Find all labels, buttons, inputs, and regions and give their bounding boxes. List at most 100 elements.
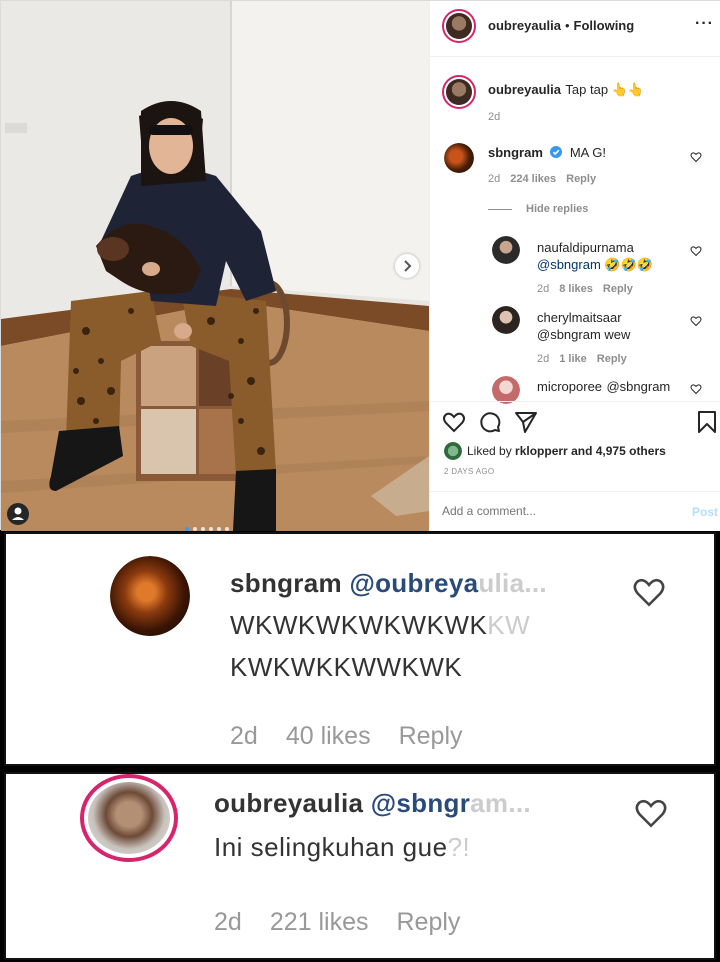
comment-text: MA G! — [569, 145, 606, 160]
share-icon[interactable] — [514, 410, 538, 434]
zoom-reply: Reply — [396, 908, 461, 936]
hide-replies-label: Hide replies — [526, 203, 589, 215]
caption: oubreyaulia Tap tap 👆👆 — [488, 81, 644, 99]
heart-icon[interactable] — [442, 410, 466, 434]
reply-likes[interactable]: 8 likes — [559, 283, 593, 295]
carousel-dot — [185, 527, 189, 531]
reply-comment: cherylmaitsaar @sbngram wew — [537, 309, 630, 343]
avatar — [80, 774, 178, 862]
comment-meta: 2d 224 likes Reply — [488, 173, 606, 185]
zoom-mention: @sbngr — [370, 788, 471, 818]
zoom-line1-faded: KW — [487, 610, 531, 640]
avatar[interactable] — [444, 143, 474, 173]
heart-icon[interactable] — [690, 315, 702, 327]
caption-username[interactable]: oubreyaulia — [488, 82, 561, 97]
header-separator: • — [564, 18, 570, 33]
zoom-text-faded: ?! — [447, 832, 471, 862]
reply-text: @sbngram — [606, 379, 671, 394]
add-comment-bar: Post — [430, 491, 720, 531]
reply-text: @sbngram wew — [537, 327, 631, 342]
zoom-mention-faded: ulia... — [478, 568, 547, 598]
likes-line: Liked by rklopperr and 4,975 others — [467, 444, 666, 458]
zoom-text-main: Ini selingkuhan gue — [214, 832, 448, 862]
likes-suffix[interactable]: and 4,975 others — [571, 444, 666, 458]
zoomed-comment-sbngram: sbngram @oubreyaulia... WKWKWKWKWKWKKW K… — [4, 532, 716, 766]
zoom-mention: @oubreya — [349, 568, 479, 598]
zoom-time: 2d — [230, 722, 258, 750]
user-tag-icon[interactable] — [7, 503, 29, 525]
follow-status[interactable]: Following — [574, 18, 635, 33]
header-username[interactable]: oubreyaulia — [488, 18, 561, 33]
zoom-likes: 40 likes — [285, 722, 371, 750]
zoom-meta: 2d 40 likes Reply — [230, 722, 491, 751]
comment-icon[interactable] — [478, 410, 502, 434]
zoom-time: 2d — [214, 908, 242, 936]
reply-button[interactable]: Reply — [603, 283, 633, 295]
avatar[interactable] — [492, 236, 520, 264]
chevron-right-icon[interactable] — [395, 254, 419, 278]
carousel-dot — [201, 527, 205, 531]
reply-meta: 2d 1 like Reply — [537, 353, 637, 365]
heart-icon — [635, 799, 667, 828]
comment-time: 2d — [488, 173, 501, 185]
reply-button[interactable]: Reply — [566, 173, 596, 185]
reply-text: @sbngram 🤣🤣🤣 — [537, 257, 653, 272]
caption-time: 2d — [488, 111, 501, 123]
post-header: oubreyaulia • Following ··· — [430, 1, 720, 57]
verified-icon — [550, 146, 563, 158]
more-options-icon[interactable]: ··· — [695, 15, 714, 33]
reply-button[interactable]: Reply — [597, 353, 627, 365]
reply-likes[interactable]: 1 like — [559, 353, 587, 365]
zoom-text-line1: WKWKWKWKWKWKKW — [230, 610, 530, 641]
zoom-comment-header: oubreyaulia @sbngram... — [214, 788, 531, 819]
heart-icon[interactable] — [690, 383, 702, 395]
caption-text: Tap tap 👆👆 — [565, 82, 645, 97]
reply-username[interactable]: cherylmaitsaar — [537, 309, 630, 326]
zoomed-comment-oubreyaulia: oubreyaulia @sbngram... Ini selingkuhan … — [4, 772, 716, 960]
comment-likes[interactable]: 224 likes — [510, 173, 556, 185]
zoom-username: sbngram — [230, 568, 342, 598]
zoom-username: oubreyaulia — [214, 788, 364, 818]
heart-icon[interactable] — [690, 151, 702, 163]
carousel-dot — [209, 527, 213, 531]
heart-icon — [633, 578, 665, 607]
carousel-dots — [185, 518, 245, 531]
carousel-dot — [225, 527, 229, 531]
hide-replies-line — [488, 208, 512, 210]
post-image — [1, 1, 429, 531]
zoom-meta: 2d 221 likes Reply — [214, 908, 488, 937]
avatar[interactable] — [442, 9, 476, 43]
comment-input[interactable] — [442, 504, 662, 518]
avatar[interactable] — [444, 442, 462, 460]
hide-replies-button[interactable]: Hide replies — [488, 203, 588, 215]
zoom-mention-faded: am... — [470, 788, 531, 818]
reply-username[interactable]: naufaldipurnama — [537, 239, 653, 256]
post-button[interactable]: Post — [692, 505, 718, 519]
likes-user[interactable]: rklopperr — [515, 444, 568, 458]
zoom-text: Ini selingkuhan gue?! — [214, 832, 470, 863]
zoom-line1: WKWKWKWKWKWK — [230, 610, 488, 640]
heart-icon[interactable] — [690, 245, 702, 257]
instagram-post: oubreyaulia • Following ··· oubreyaulia Ta… — [0, 0, 720, 531]
comment-username[interactable]: sbngram — [488, 145, 543, 160]
zoom-reply: Reply — [398, 722, 463, 750]
reply-time: 2d — [537, 353, 550, 365]
comment-panel: oubreyaulia • Following ··· oubreyaulia Ta… — [429, 1, 720, 531]
avatar[interactable] — [442, 75, 476, 109]
carousel-dot — [193, 527, 197, 531]
reply-time: 2d — [537, 283, 550, 295]
avatar[interactable] — [492, 376, 520, 404]
avatar[interactable] — [492, 306, 520, 334]
comment: sbngram MA G! — [488, 144, 606, 162]
likes-prefix: Liked by — [467, 444, 512, 458]
reply-comment: naufaldipurnama @sbngram 🤣🤣🤣 — [537, 239, 653, 273]
bookmark-icon[interactable] — [696, 410, 718, 434]
post-photo[interactable] — [1, 1, 429, 531]
post-date[interactable]: 2 DAYS AGO — [444, 467, 494, 476]
zoom-likes: 221 likes — [269, 908, 369, 936]
avatar — [110, 556, 190, 636]
carousel-dot — [217, 527, 221, 531]
zoom-line2: KWKWKKWWKWK — [230, 652, 463, 682]
reply-meta: 2d 8 likes Reply — [537, 283, 643, 295]
reply-username[interactable]: microporee — [537, 379, 602, 394]
